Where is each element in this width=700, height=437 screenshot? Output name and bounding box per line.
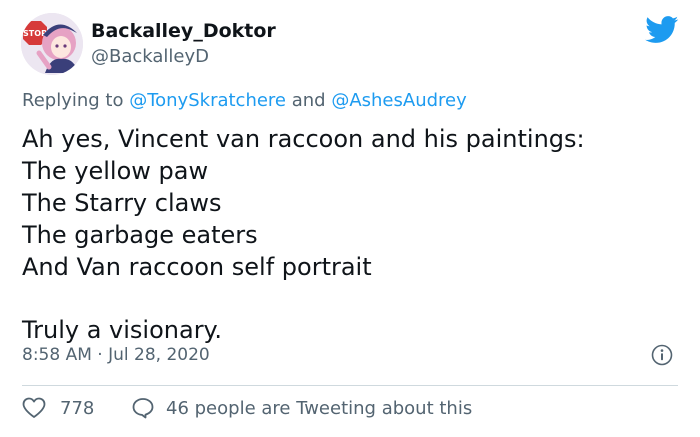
tweet-line: The yellow paw — [22, 157, 209, 185]
like-heart-icon[interactable] — [22, 397, 46, 419]
info-icon[interactable] — [651, 344, 673, 366]
divider — [22, 385, 678, 386]
like-count[interactable]: 778 — [60, 398, 94, 419]
reply-prefix: Replying to — [22, 90, 130, 111]
mention-link-1[interactable]: @TonySkratchere — [129, 90, 286, 111]
tweet-line: The Starry claws — [22, 189, 222, 217]
tweet-line: The garbage eaters — [22, 221, 258, 249]
tweet-text: Ah yes, Vincent van raccoon and his pain… — [22, 123, 585, 346]
reply-connector: and — [286, 90, 332, 111]
avatar[interactable]: STOP — [21, 13, 83, 75]
tweet-line: Truly a visionary. — [22, 316, 222, 344]
comment-bubble-icon[interactable] — [131, 397, 155, 419]
tweet-timestamp[interactable]: 8:58 AM · Jul 28, 2020 — [22, 345, 210, 365]
display-name[interactable]: Backalley_Doktor — [91, 20, 276, 42]
mention-link-2[interactable]: @AshesAudrey — [331, 90, 466, 111]
tweeting-about-this-link[interactable]: 46 people are Tweeting about this — [166, 398, 472, 419]
tweet-line: Ah yes, Vincent van raccoon and his pain… — [22, 125, 585, 153]
reply-context: Replying to @TonySkratchere and @AshesAu… — [22, 90, 467, 111]
user-handle[interactable]: @BackalleyD — [91, 46, 209, 67]
anime-character-avatar-icon: STOP — [21, 13, 83, 75]
tweet-line: And Van raccoon self portrait — [22, 253, 372, 281]
twitter-bird-icon[interactable] — [645, 16, 679, 44]
